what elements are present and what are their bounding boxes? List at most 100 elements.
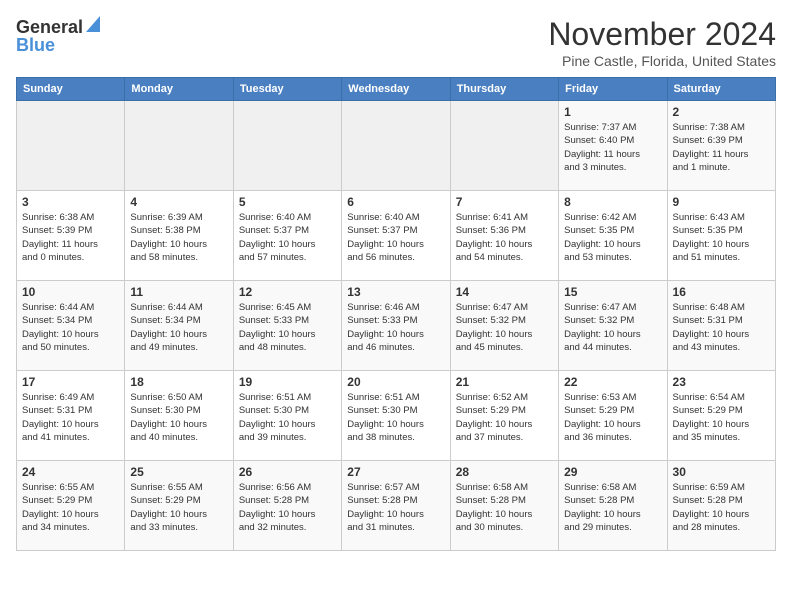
calendar-cell: 19 Sunrise: 6:51 AMSunset: 5:30 PMDayligh… — [233, 371, 341, 461]
day-number: 6 — [347, 195, 444, 209]
calendar-cell: 1 Sunrise: 7:37 AMSunset: 6:40 PMDaylight… — [559, 101, 667, 191]
day-info: Sunrise: 7:38 AMSunset: 6:39 PMDaylight:… — [673, 121, 770, 174]
calendar-cell: 25 Sunrise: 6:55 AMSunset: 5:29 PMDayligh… — [125, 461, 233, 551]
calendar-week-4: 24 Sunrise: 6:55 AMSunset: 5:29 PMDayligh… — [17, 461, 776, 551]
month-title: November 2024 — [548, 16, 776, 53]
calendar-cell: 23Sunrise: 6:54 AMSunset: 5:29 PMDayligh… — [667, 371, 775, 461]
weekday-header-sunday: Sunday — [17, 78, 125, 101]
calendar-cell: 18Sunrise: 6:50 AMSunset: 5:30 PMDayligh… — [125, 371, 233, 461]
calendar-header: SundayMondayTuesdayWednesdayThursdayFrid… — [17, 78, 776, 101]
day-info: Sunrise: 6:55 AMSunset: 5:29 PMDaylight:… — [130, 481, 227, 534]
calendar-cell: 10 Sunrise: 6:44 AMSunset: 5:34 PMDayligh… — [17, 281, 125, 371]
weekday-header-tuesday: Tuesday — [233, 78, 341, 101]
calendar-cell — [450, 101, 558, 191]
calendar-cell — [125, 101, 233, 191]
weekday-header-thursday: Thursday — [450, 78, 558, 101]
calendar-cell: 5 Sunrise: 6:40 AMSunset: 5:37 PMDaylight… — [233, 191, 341, 281]
day-number: 11 — [130, 285, 227, 299]
day-number: 25 — [130, 465, 227, 479]
day-info: Sunrise: 6:57 AMSunset: 5:28 PMDaylight:… — [347, 481, 444, 534]
calendar-cell: 29 Sunrise: 6:58 AMSunset: 5:28 PMDayligh… — [559, 461, 667, 551]
day-number: 3 — [22, 195, 119, 209]
calendar-cell: 8 Sunrise: 6:42 AMSunset: 5:35 PMDaylight… — [559, 191, 667, 281]
day-info: Sunrise: 6:45 AMSunset: 5:33 PMDaylight:… — [239, 301, 336, 354]
page-header: General Blue November 2024 Pine Castle, … — [16, 16, 776, 69]
calendar-cell: 27 Sunrise: 6:57 AMSunset: 5:28 PMDayligh… — [342, 461, 450, 551]
calendar-cell: 20 Sunrise: 6:51 AMSunset: 5:30 PMDayligh… — [342, 371, 450, 461]
day-info: Sunrise: 6:42 AMSunset: 5:35 PMDaylight:… — [564, 211, 661, 264]
day-info: Sunrise: 6:47 AMSunset: 5:32 PMDaylight:… — [564, 301, 661, 354]
day-info: Sunrise: 6:49 AMSunset: 5:31 PMDaylight:… — [22, 391, 119, 444]
location-subtitle: Pine Castle, Florida, United States — [548, 53, 776, 69]
calendar-cell: 7 Sunrise: 6:41 AMSunset: 5:36 PMDaylight… — [450, 191, 558, 281]
weekday-header-monday: Monday — [125, 78, 233, 101]
calendar-cell: 26Sunrise: 6:56 AMSunset: 5:28 PMDayligh… — [233, 461, 341, 551]
calendar-table: SundayMondayTuesdayWednesdayThursdayFrid… — [16, 77, 776, 551]
day-info: Sunrise: 6:58 AMSunset: 5:28 PMDaylight:… — [456, 481, 553, 534]
calendar-week-0: 1 Sunrise: 7:37 AMSunset: 6:40 PMDaylight… — [17, 101, 776, 191]
calendar-cell: 30Sunrise: 6:59 AMSunset: 5:28 PMDayligh… — [667, 461, 775, 551]
day-number: 14 — [456, 285, 553, 299]
day-info: Sunrise: 6:52 AMSunset: 5:29 PMDaylight:… — [456, 391, 553, 444]
day-number: 10 — [22, 285, 119, 299]
calendar-cell — [17, 101, 125, 191]
calendar-cell: 16Sunrise: 6:48 AMSunset: 5:31 PMDayligh… — [667, 281, 775, 371]
calendar-cell: 2Sunrise: 7:38 AMSunset: 6:39 PMDaylight… — [667, 101, 775, 191]
day-info: Sunrise: 6:44 AMSunset: 5:34 PMDaylight:… — [22, 301, 119, 354]
day-info: Sunrise: 6:44 AMSunset: 5:34 PMDaylight:… — [130, 301, 227, 354]
day-info: Sunrise: 6:47 AMSunset: 5:32 PMDaylight:… — [456, 301, 553, 354]
day-info: Sunrise: 6:58 AMSunset: 5:28 PMDaylight:… — [564, 481, 661, 534]
day-info: Sunrise: 6:40 AMSunset: 5:37 PMDaylight:… — [239, 211, 336, 264]
calendar-cell: 13Sunrise: 6:46 AMSunset: 5:33 PMDayligh… — [342, 281, 450, 371]
day-info: Sunrise: 6:51 AMSunset: 5:30 PMDaylight:… — [347, 391, 444, 444]
day-number: 8 — [564, 195, 661, 209]
calendar-cell: 22 Sunrise: 6:53 AMSunset: 5:29 PMDayligh… — [559, 371, 667, 461]
day-number: 1 — [564, 105, 661, 119]
calendar-cell: 11 Sunrise: 6:44 AMSunset: 5:34 PMDayligh… — [125, 281, 233, 371]
day-number: 17 — [22, 375, 119, 389]
day-number: 20 — [347, 375, 444, 389]
day-info: Sunrise: 6:48 AMSunset: 5:31 PMDaylight:… — [673, 301, 770, 354]
calendar-cell: 28 Sunrise: 6:58 AMSunset: 5:28 PMDayligh… — [450, 461, 558, 551]
day-number: 5 — [239, 195, 336, 209]
logo-triangle-icon — [86, 16, 100, 37]
day-info: Sunrise: 6:43 AMSunset: 5:35 PMDaylight:… — [673, 211, 770, 264]
calendar-cell: 3Sunrise: 6:38 AMSunset: 5:39 PMDaylight… — [17, 191, 125, 281]
day-info: Sunrise: 7:37 AMSunset: 6:40 PMDaylight:… — [564, 121, 661, 174]
calendar-week-2: 10 Sunrise: 6:44 AMSunset: 5:34 PMDayligh… — [17, 281, 776, 371]
weekday-header-row: SundayMondayTuesdayWednesdayThursdayFrid… — [17, 78, 776, 101]
day-number: 27 — [347, 465, 444, 479]
calendar-cell: 4 Sunrise: 6:39 AMSunset: 5:38 PMDaylight… — [125, 191, 233, 281]
day-info: Sunrise: 6:41 AMSunset: 5:36 PMDaylight:… — [456, 211, 553, 264]
day-number: 7 — [456, 195, 553, 209]
calendar-cell: 17 Sunrise: 6:49 AMSunset: 5:31 PMDayligh… — [17, 371, 125, 461]
day-number: 4 — [130, 195, 227, 209]
day-info: Sunrise: 6:40 AMSunset: 5:37 PMDaylight:… — [347, 211, 444, 264]
calendar-cell: 6 Sunrise: 6:40 AMSunset: 5:37 PMDaylight… — [342, 191, 450, 281]
calendar-week-1: 3Sunrise: 6:38 AMSunset: 5:39 PMDaylight… — [17, 191, 776, 281]
logo: General Blue — [16, 16, 100, 56]
day-info: Sunrise: 6:39 AMSunset: 5:38 PMDaylight:… — [130, 211, 227, 264]
calendar-cell: 12Sunrise: 6:45 AMSunset: 5:33 PMDayligh… — [233, 281, 341, 371]
calendar-cell — [342, 101, 450, 191]
day-number: 29 — [564, 465, 661, 479]
logo-blue-text: Blue — [16, 35, 55, 56]
day-info: Sunrise: 6:53 AMSunset: 5:29 PMDaylight:… — [564, 391, 661, 444]
day-number: 28 — [456, 465, 553, 479]
day-number: 24 — [22, 465, 119, 479]
day-info: Sunrise: 6:51 AMSunset: 5:30 PMDaylight:… — [239, 391, 336, 444]
calendar-cell: 14 Sunrise: 6:47 AMSunset: 5:32 PMDayligh… — [450, 281, 558, 371]
title-block: November 2024 Pine Castle, Florida, Unit… — [548, 16, 776, 69]
day-number: 30 — [673, 465, 770, 479]
day-info: Sunrise: 6:56 AMSunset: 5:28 PMDaylight:… — [239, 481, 336, 534]
day-number: 15 — [564, 285, 661, 299]
day-number: 19 — [239, 375, 336, 389]
calendar-cell — [233, 101, 341, 191]
calendar-body: 1 Sunrise: 7:37 AMSunset: 6:40 PMDaylight… — [17, 101, 776, 551]
day-number: 18 — [130, 375, 227, 389]
day-number: 22 — [564, 375, 661, 389]
day-number: 23 — [673, 375, 770, 389]
day-number: 21 — [456, 375, 553, 389]
calendar-cell: 15 Sunrise: 6:47 AMSunset: 5:32 PMDayligh… — [559, 281, 667, 371]
day-info: Sunrise: 6:46 AMSunset: 5:33 PMDaylight:… — [347, 301, 444, 354]
